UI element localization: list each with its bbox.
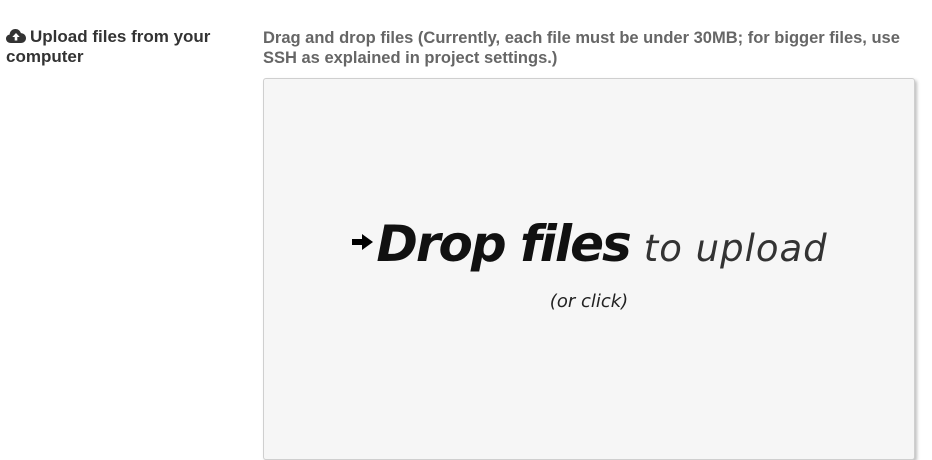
cloud-upload-icon [6, 29, 26, 43]
file-dropzone[interactable]: Drop files to upload (or click) [263, 78, 915, 460]
dropzone-headline-strong: Drop files [376, 215, 631, 273]
dropzone-subtext: (or click) [549, 291, 629, 312]
upload-instructions: Drag and drop files (Currently, each fil… [263, 29, 900, 67]
dropzone-headline-light: to upload [643, 227, 828, 270]
upload-section-title: Upload files from your computer [6, 27, 246, 67]
arrow-right-icon [352, 234, 374, 250]
upload-section-label: Upload files from your computer [6, 27, 211, 66]
dropzone-headline: Drop files to upload [264, 215, 914, 273]
